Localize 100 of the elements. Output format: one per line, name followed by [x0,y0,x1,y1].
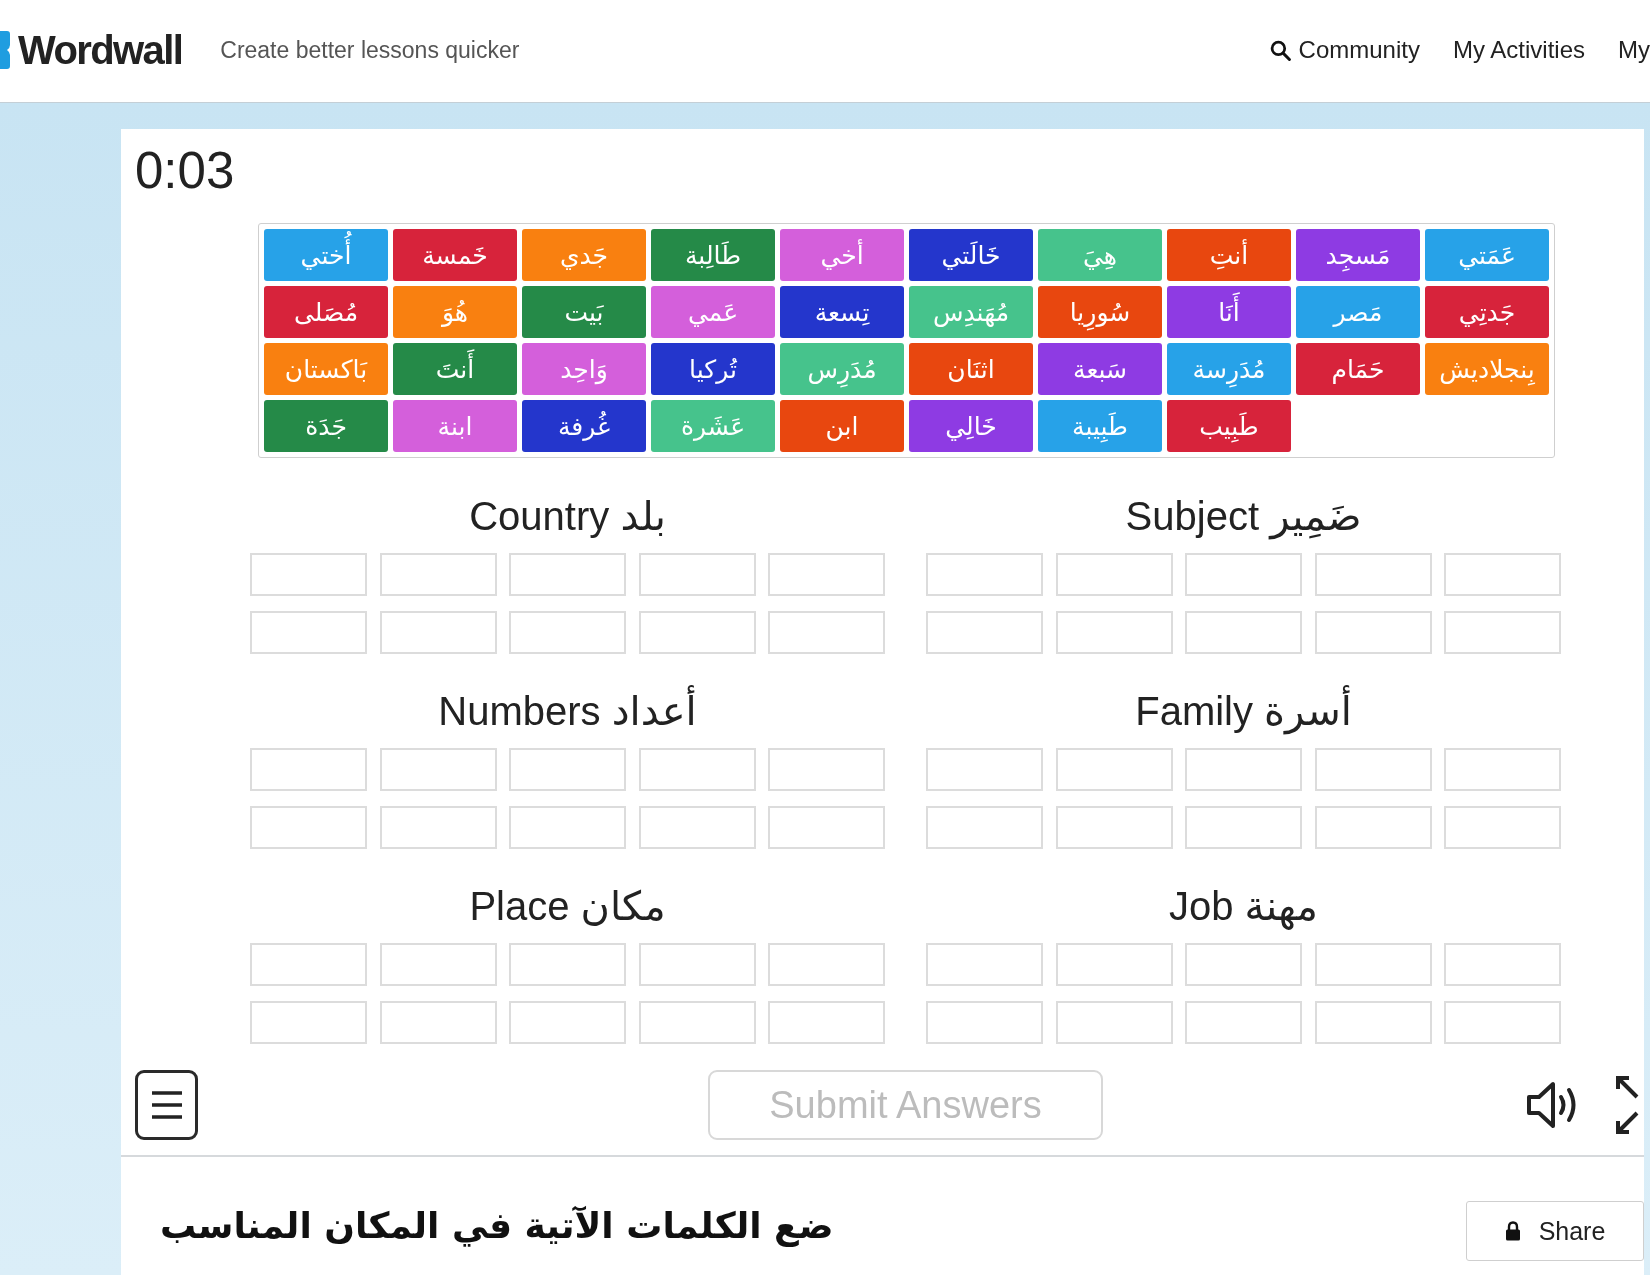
community-search-link[interactable]: Community [1269,36,1420,64]
drop-slot[interactable] [638,1001,756,1044]
drop-slot[interactable] [509,553,626,596]
word-tile[interactable]: عَمي [651,286,775,338]
drop-slot[interactable] [1185,1001,1302,1044]
word-tile[interactable]: مَسجِد [1296,229,1420,281]
drop-slot[interactable] [926,611,1043,654]
drop-slot[interactable] [1055,1001,1173,1044]
word-tile[interactable]: تُركيا [651,343,775,395]
word-tile[interactable]: سَبعة [1038,343,1162,395]
word-tile[interactable]: خَمسة [393,229,517,281]
word-tile[interactable]: طَبِيب [1167,400,1291,452]
drop-slot[interactable] [1444,1001,1561,1044]
word-tile[interactable]: غُرفة [522,400,646,452]
word-tile[interactable]: أُختي [264,229,388,281]
word-tile[interactable]: هُوَ [393,286,517,338]
drop-slot[interactable] [1055,943,1173,986]
word-tile[interactable]: جَدي [522,229,646,281]
drop-slot[interactable] [638,748,756,791]
drop-slot[interactable] [509,611,626,654]
word-tile[interactable]: خَالَتي [909,229,1033,281]
drop-slot[interactable] [1314,553,1432,596]
word-tile[interactable]: أَنَا [1167,286,1291,338]
drop-slot[interactable] [509,1001,626,1044]
drop-slot[interactable] [638,943,756,986]
drop-slot[interactable] [638,611,756,654]
expand-icon[interactable] [1615,1075,1641,1135]
drop-slot[interactable] [379,611,497,654]
drop-slot[interactable] [768,748,885,791]
drop-slot[interactable] [1314,806,1432,849]
drop-slot[interactable] [250,611,367,654]
drop-slot[interactable] [379,806,497,849]
drop-slot[interactable] [1444,748,1561,791]
word-tile[interactable]: سُورِيا [1038,286,1162,338]
drop-slot[interactable] [379,943,497,986]
word-tile[interactable]: تِسعة [780,286,904,338]
drop-slot[interactable] [926,748,1043,791]
word-tile[interactable]: مُدَرِسة [1167,343,1291,395]
drop-slot[interactable] [768,611,885,654]
drop-slot[interactable] [768,1001,885,1044]
drop-slot[interactable] [1444,553,1561,596]
menu-button[interactable] [135,1070,198,1140]
drop-slot[interactable] [926,553,1043,596]
drop-slot[interactable] [250,748,367,791]
drop-slot[interactable] [250,943,367,986]
drop-slot[interactable] [1055,553,1173,596]
drop-slot[interactable] [509,748,626,791]
drop-slot[interactable] [1444,611,1561,654]
drop-slot[interactable] [926,806,1043,849]
word-tile[interactable]: طَالِبة [651,229,775,281]
share-button[interactable]: Share [1466,1201,1644,1261]
drop-slot[interactable] [1185,943,1302,986]
word-tile[interactable]: بَاكستان [264,343,388,395]
drop-slot[interactable] [1444,943,1561,986]
word-tile[interactable]: ابن [780,400,904,452]
nav-link[interactable]: My [1618,36,1650,64]
drop-slot[interactable] [1055,611,1173,654]
word-tile[interactable]: خَالِي [909,400,1033,452]
word-tile[interactable]: مُهَندِس [909,286,1033,338]
word-tile[interactable]: جَدتِي [1425,286,1549,338]
drop-slot[interactable] [379,1001,497,1044]
drop-slot[interactable] [1185,553,1302,596]
word-tile[interactable]: هِيَ [1038,229,1162,281]
drop-slot[interactable] [768,553,885,596]
drop-slot[interactable] [926,943,1043,986]
drop-slot[interactable] [250,1001,367,1044]
drop-slot[interactable] [1444,806,1561,849]
drop-slot[interactable] [1185,611,1302,654]
drop-slot[interactable] [926,1001,1043,1044]
drop-slot[interactable] [379,748,497,791]
drop-slot[interactable] [1055,806,1173,849]
word-tile[interactable]: جَدَة [264,400,388,452]
drop-slot[interactable] [379,553,497,596]
word-tile[interactable]: طَبِيبة [1038,400,1162,452]
drop-slot[interactable] [509,943,626,986]
word-tile[interactable]: مَصر [1296,286,1420,338]
drop-slot[interactable] [768,943,885,986]
word-tile[interactable]: أنتِ [1167,229,1291,281]
drop-slot[interactable] [1185,748,1302,791]
word-tile[interactable]: وَاحِد [522,343,646,395]
logo-wordmark[interactable]: Wordwall [18,27,183,73]
word-tile[interactable]: ابنة [393,400,517,452]
drop-slot[interactable] [1314,943,1432,986]
drop-slot[interactable] [1314,1001,1432,1044]
word-tile[interactable]: بِنجلاديش [1425,343,1549,395]
drop-slot[interactable] [768,806,885,849]
word-tile[interactable]: عَشَرة [651,400,775,452]
drop-slot[interactable] [1314,611,1432,654]
word-tile[interactable]: أَنتَ [393,343,517,395]
word-tile[interactable]: اثنَان [909,343,1033,395]
drop-slot[interactable] [250,806,367,849]
drop-slot[interactable] [1185,806,1302,849]
word-tile[interactable]: مُصَلى [264,286,388,338]
drop-slot[interactable] [1314,748,1432,791]
drop-slot[interactable] [638,553,756,596]
word-tile[interactable]: حَمَام [1296,343,1420,395]
word-tile[interactable]: مُدَرِس [780,343,904,395]
word-tile[interactable]: أخي [780,229,904,281]
word-tile[interactable]: بَيت [522,286,646,338]
word-tile[interactable]: عَمَتي [1425,229,1549,281]
